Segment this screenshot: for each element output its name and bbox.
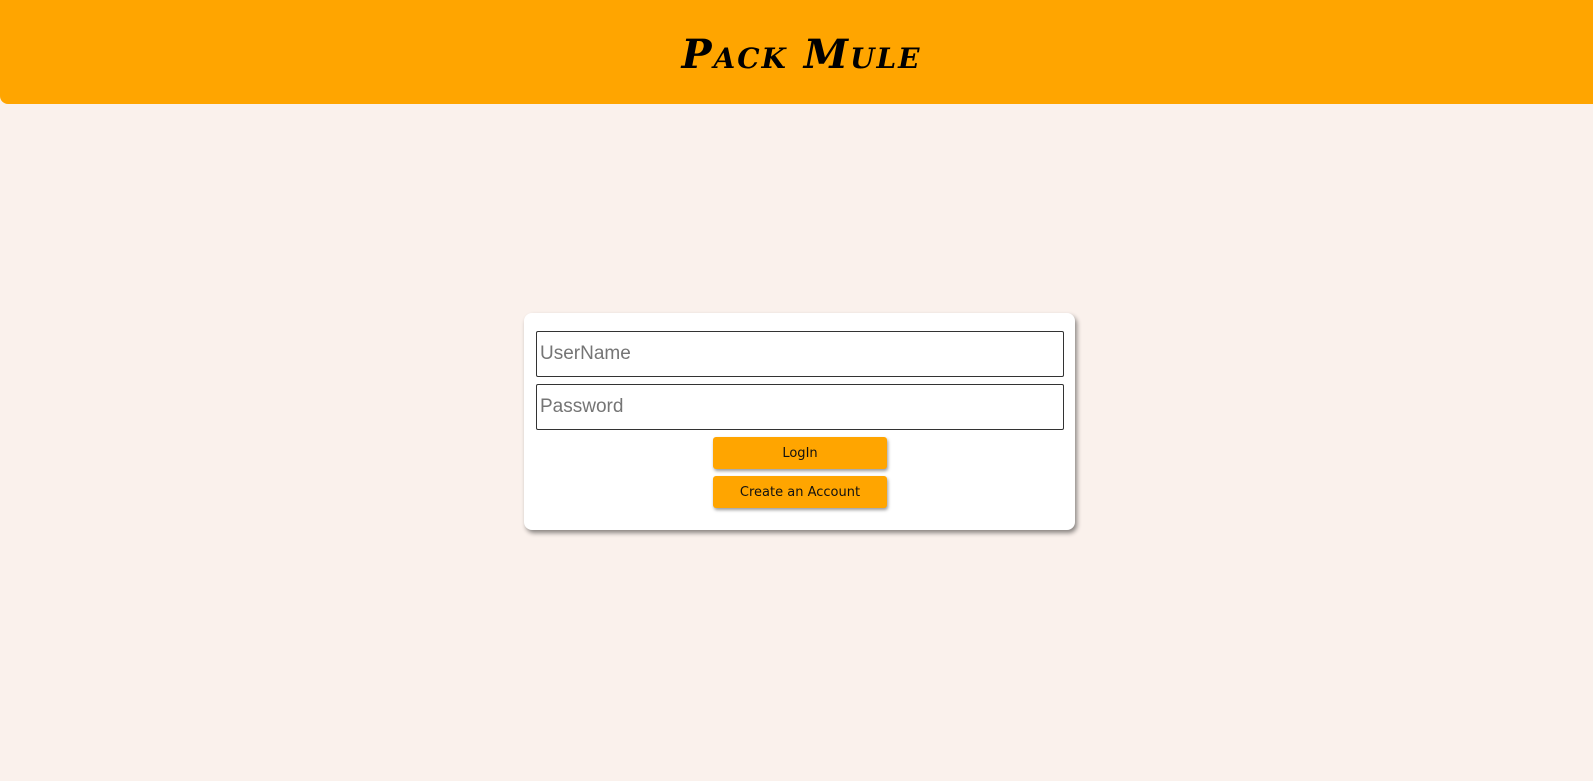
password-input[interactable] (536, 384, 1064, 430)
app-title: Pack Mule (681, 30, 922, 78)
app-header: Pack Mule (0, 0, 1593, 104)
username-input[interactable] (536, 331, 1064, 377)
create-account-button[interactable]: Create an Account (713, 476, 887, 508)
login-card: LogIn Create an Account (524, 313, 1075, 530)
login-button[interactable]: LogIn (713, 437, 887, 469)
